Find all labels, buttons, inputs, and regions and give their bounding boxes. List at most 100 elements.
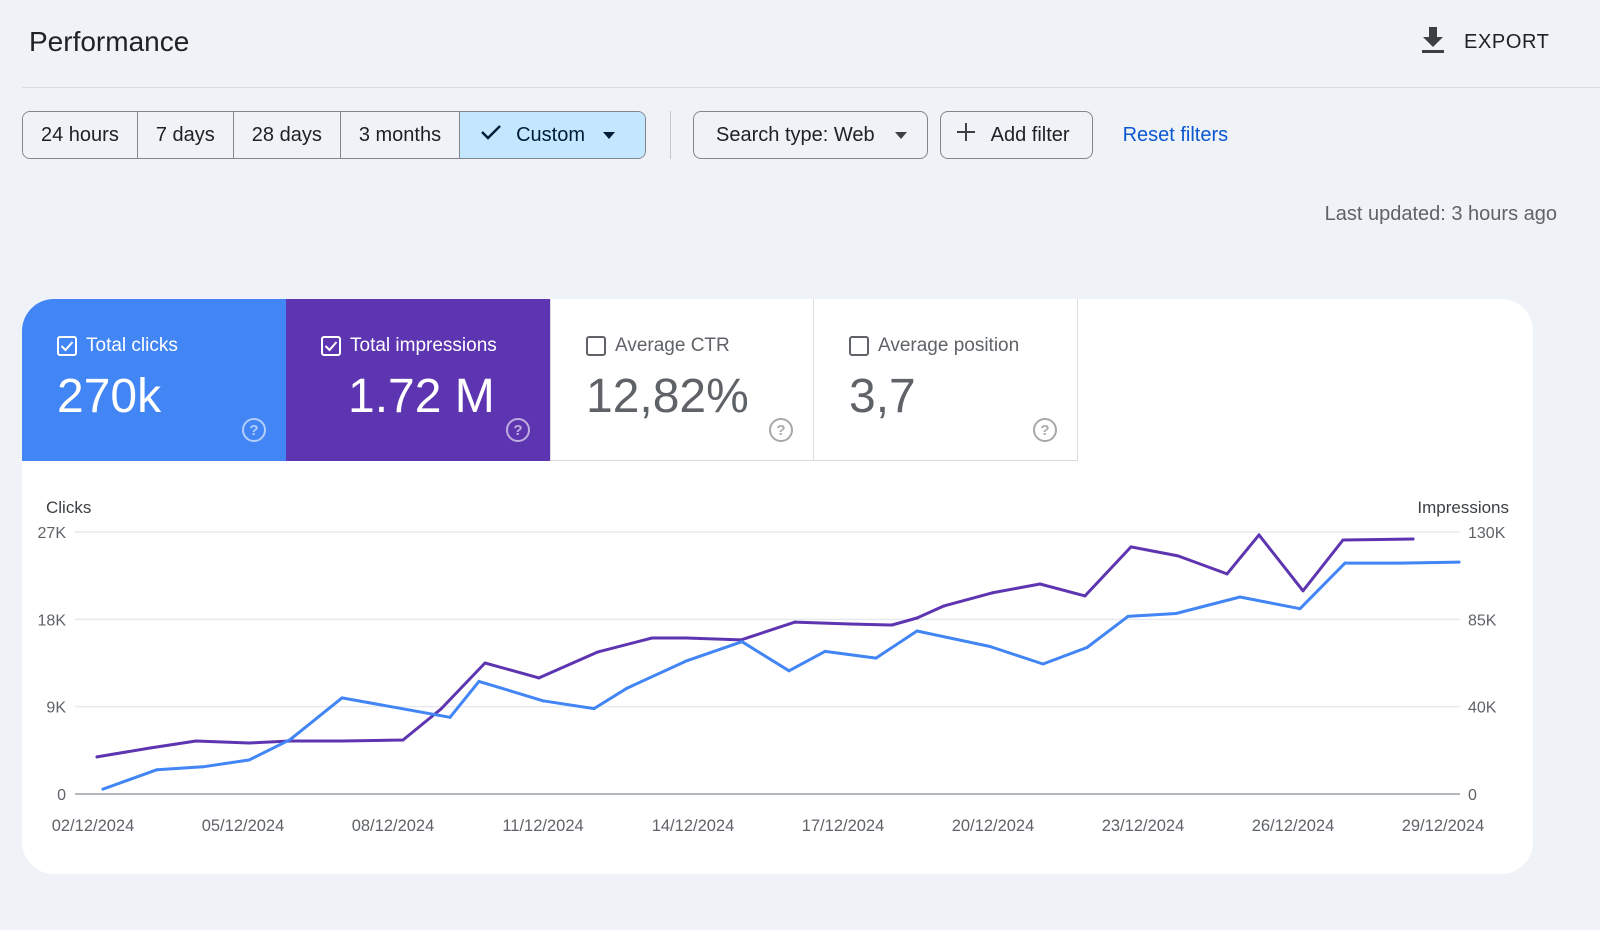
- metric-label-row: Average position: [849, 335, 1019, 357]
- data-point-clicks: [541, 699, 545, 703]
- data-point-clicks: [1343, 561, 1347, 565]
- data-point-impressions: [793, 620, 797, 624]
- data-point-clicks: [625, 686, 629, 690]
- data-point-clicks: [448, 715, 452, 719]
- metric-average-ctr[interactable]: Average CTR 12,82% ?: [550, 299, 814, 461]
- data-point-clicks: [201, 765, 205, 769]
- data-point-clicks: [915, 629, 919, 633]
- y-tick-label: 27K: [38, 525, 67, 542]
- data-point-clicks: [340, 696, 344, 700]
- help-icon[interactable]: ?: [1033, 418, 1057, 442]
- data-point-impressions: [95, 755, 99, 759]
- data-point-impressions: [1411, 537, 1415, 541]
- metric-value: 1.72 M: [348, 370, 495, 423]
- y2-tick-label: 130K: [1468, 525, 1506, 542]
- metric-label: Average position: [878, 335, 1020, 356]
- series-line-impressions: [95, 533, 1415, 759]
- add-filter-button[interactable]: Add filter: [939, 111, 1093, 159]
- reset-filters-link[interactable]: Reset filters: [1123, 124, 1229, 147]
- data-point-impressions: [483, 661, 487, 665]
- metric-total-clicks[interactable]: Total clicks 270k ?: [22, 299, 286, 461]
- data-point-clicks: [1126, 614, 1130, 618]
- x-tick-label: 08/12/2024: [352, 817, 435, 835]
- help-icon[interactable]: ?: [242, 418, 266, 442]
- date-range-selector: 24 hours 7 days 28 days 3 months Custom: [22, 111, 647, 159]
- checkbox-checked-icon[interactable]: [321, 336, 341, 356]
- help-icon[interactable]: ?: [769, 418, 793, 442]
- help-icon[interactable]: ?: [506, 418, 530, 442]
- download-icon: [1420, 25, 1446, 60]
- data-point-impressions: [148, 746, 152, 750]
- date-range-label: 24 hours: [41, 123, 119, 146]
- metric-label-row: Total impressions: [321, 335, 497, 357]
- data-point-clicks: [740, 640, 744, 644]
- checkbox-checked-icon[interactable]: [57, 336, 77, 356]
- date-range-3-months[interactable]: 3 months: [340, 112, 461, 158]
- metric-label: Total impressions: [350, 335, 497, 356]
- data-point-impressions: [537, 676, 541, 680]
- checkbox-unchecked-icon[interactable]: [849, 336, 869, 356]
- data-point-impressions: [439, 707, 443, 711]
- metric-label: Average CTR: [615, 335, 730, 356]
- metric-label-row: Total clicks: [57, 335, 178, 357]
- checkbox-unchecked-icon[interactable]: [586, 336, 606, 356]
- data-point-impressions: [890, 623, 894, 627]
- data-point-impressions: [942, 604, 946, 608]
- series-lines: [95, 533, 1461, 791]
- data-point-clicks: [1238, 595, 1242, 599]
- metric-average-position[interactable]: Average position 3,7 ?: [814, 299, 1078, 461]
- data-point-impressions: [650, 636, 654, 640]
- date-range-7-days[interactable]: 7 days: [137, 112, 234, 158]
- last-updated-text: Last updated: 3 hours ago: [1324, 203, 1557, 225]
- search-type-label: Search type: Web: [716, 123, 875, 146]
- y-axis-title-left: Clicks: [46, 498, 91, 517]
- date-range-custom[interactable]: Custom: [460, 112, 646, 158]
- x-tick-label: 11/12/2024: [502, 817, 583, 835]
- search-type-dropdown[interactable]: Search type: Web: [693, 111, 928, 159]
- data-point-impressions: [340, 739, 344, 743]
- add-filter-label: Add filter: [990, 123, 1070, 146]
- data-point-clicks: [477, 679, 481, 683]
- export-button[interactable]: EXPORT: [1420, 24, 1549, 60]
- y-tick-label: 0: [57, 787, 66, 804]
- filter-bar: 24 hours 7 days 28 days 3 months Custom …: [22, 111, 1228, 159]
- date-range-24-hours[interactable]: 24 hours: [23, 112, 138, 158]
- data-point-impressions: [990, 591, 994, 595]
- data-point-clicks: [101, 787, 105, 791]
- data-point-impressions: [1129, 545, 1133, 549]
- date-range-label: 28 days: [251, 123, 322, 146]
- y2-tick-label: 0: [1468, 787, 1477, 804]
- dropdown-arrow-icon: [599, 124, 619, 147]
- x-tick-label: 26/12/2024: [1252, 817, 1335, 835]
- x-tick-label: 23/12/2024: [1102, 817, 1185, 835]
- data-point-impressions: [915, 616, 919, 620]
- metric-total-impressions[interactable]: Total impressions 1.72 M ?: [286, 299, 550, 461]
- filter-divider: [670, 111, 672, 159]
- data-point-clicks: [787, 669, 791, 673]
- metric-value: 12,82%: [586, 370, 749, 423]
- gridlines: [75, 531, 1460, 795]
- data-point-impressions: [684, 636, 688, 640]
- chart-svg: Clicks Impressions 0 9K 18K 27K 0 40K 85K 130K…: [38, 498, 1509, 835]
- y2-tick-label: 85K: [1468, 612, 1497, 629]
- x-tick-label: 29/12/2024: [1402, 817, 1485, 835]
- date-range-label: 7 days: [155, 123, 215, 146]
- data-point-clicks: [288, 738, 292, 742]
- data-point-clicks: [1298, 607, 1302, 611]
- data-point-impressions: [401, 738, 405, 742]
- metric-tabs: Total clicks 270k ? Total impressions 1.…: [22, 299, 1078, 461]
- x-tick-label: 05/12/2024: [202, 817, 285, 835]
- date-range-label: 3 months: [358, 123, 442, 146]
- data-point-clicks: [247, 758, 251, 762]
- x-tick-label: 02/12/2024: [52, 817, 135, 835]
- dropdown-arrow-icon: [891, 124, 911, 147]
- data-point-clicks: [1041, 662, 1045, 666]
- metric-label: Total clicks: [86, 335, 178, 356]
- data-point-impressions: [1341, 538, 1345, 542]
- data-point-clicks: [988, 645, 992, 649]
- metric-label-row: Average CTR: [586, 335, 730, 357]
- date-range-28-days[interactable]: 28 days: [233, 112, 341, 158]
- metric-value: 270k: [57, 370, 162, 423]
- data-point-clicks: [592, 707, 596, 711]
- data-point-impressions: [848, 622, 852, 626]
